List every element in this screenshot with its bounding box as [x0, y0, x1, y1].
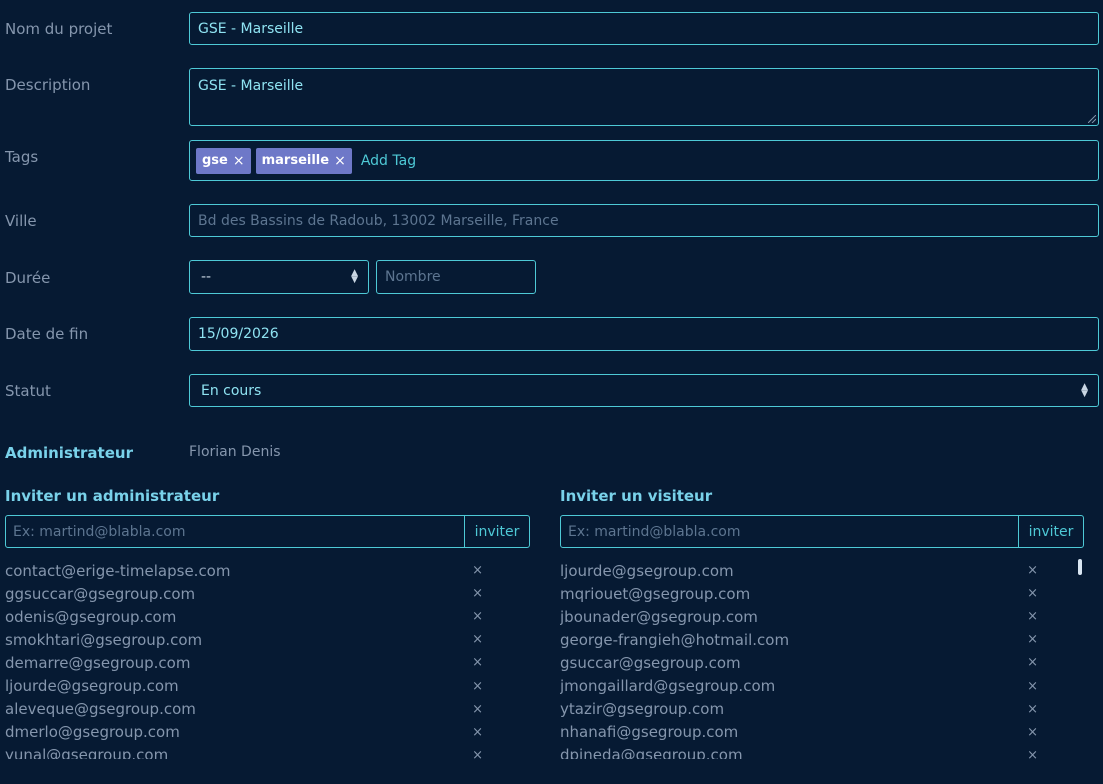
admin-email-row: dmerlo@gsegroup.com ×: [5, 721, 487, 744]
tags-label: Tags: [5, 148, 39, 166]
visitor-email-row: mqriouet@gsegroup.com ×: [560, 582, 1042, 605]
remove-icon[interactable]: ×: [1027, 679, 1042, 694]
visitor-email-row: nhanafi@gsegroup.com ×: [560, 721, 1042, 744]
description-label: Description: [5, 76, 91, 94]
email-text: smokhtari@gsegroup.com: [5, 630, 203, 649]
email-text: demarre@gsegroup.com: [5, 653, 191, 672]
invite-admin-button[interactable]: inviter: [465, 516, 529, 547]
tags-input[interactable]: gse × marseille × Add Tag: [189, 140, 1099, 181]
duree-number-placeholder: Nombre: [385, 269, 441, 285]
visitor-email-row: jbounader@gsegroup.com ×: [560, 605, 1042, 628]
invite-admin-title: Inviter un administrateur: [5, 487, 220, 505]
statut-select[interactable]: En cours ▲ ▼: [189, 374, 1099, 407]
visitor-list-scrollbar[interactable]: [1078, 559, 1082, 575]
invite-visitor-input[interactable]: Ex: martind@blabla.com: [561, 516, 1019, 547]
remove-icon[interactable]: ×: [472, 586, 487, 601]
duree-select-value: --: [201, 269, 212, 285]
admin-email-row: aleveque@gsegroup.com ×: [5, 698, 487, 721]
email-text: ggsuccar@gsegroup.com: [5, 584, 196, 603]
duree-unit-select[interactable]: -- ▲ ▼: [189, 260, 369, 294]
admin-label: Administrateur: [5, 444, 133, 462]
email-text: nhanafi@gsegroup.com: [560, 723, 739, 742]
description-textarea[interactable]: GSE - Marseille: [189, 68, 1099, 126]
email-text: dpineda@gsegroup.com: [560, 746, 743, 759]
remove-icon[interactable]: ×: [1027, 725, 1042, 740]
tag-chip: marseille ×: [255, 147, 352, 174]
statut-label: Statut: [5, 382, 51, 400]
remove-icon[interactable]: ×: [1027, 702, 1042, 717]
email-text: odenis@gsegroup.com: [5, 607, 177, 626]
email-text: contact@erige-timelapse.com: [5, 561, 231, 580]
description-value: GSE - Marseille: [198, 78, 304, 94]
invite-visitor-title: Inviter un visiteur: [560, 487, 713, 505]
remove-icon[interactable]: ×: [1027, 586, 1042, 601]
tag-label: gse: [202, 153, 228, 168]
remove-icon[interactable]: ×: [472, 679, 487, 694]
email-text: jmongaillard@gsegroup.com: [560, 677, 776, 696]
admin-email-row: yunal@gsegroup.com ×: [5, 744, 487, 759]
remove-icon[interactable]: ×: [472, 725, 487, 740]
admin-email-row: odenis@gsegroup.com ×: [5, 605, 487, 628]
visitor-email-row: dpineda@gsegroup.com ×: [560, 744, 1042, 759]
email-text: george-frangieh@hotmail.com: [560, 630, 790, 649]
duree-number-input[interactable]: Nombre: [376, 260, 536, 294]
remove-icon[interactable]: ×: [1027, 748, 1042, 759]
remove-icon[interactable]: ×: [472, 609, 487, 624]
visitor-email-row: gsuccar@gsegroup.com ×: [560, 651, 1042, 674]
tag-label: marseille: [261, 153, 330, 168]
remove-icon[interactable]: ×: [1027, 563, 1042, 578]
visitor-email-row: jmongaillard@gsegroup.com ×: [560, 674, 1042, 697]
admin-email-row: ggsuccar@gsegroup.com ×: [5, 582, 487, 605]
email-text: yunal@gsegroup.com: [5, 746, 169, 759]
remove-icon[interactable]: ×: [472, 632, 487, 647]
date-fin-label: Date de fin: [5, 325, 89, 343]
duree-label: Durée: [5, 269, 51, 287]
remove-icon[interactable]: ×: [472, 748, 487, 759]
statut-value: En cours: [201, 382, 262, 399]
email-text: ytazir@gsegroup.com: [560, 700, 725, 719]
ville-placeholder: Bd des Bassins de Radoub, 13002 Marseill…: [198, 212, 559, 229]
remove-icon[interactable]: ×: [1027, 655, 1042, 670]
remove-tag-icon[interactable]: ×: [233, 153, 245, 169]
admin-email-row: demarre@gsegroup.com ×: [5, 651, 487, 674]
email-text: gsuccar@gsegroup.com: [560, 653, 741, 672]
project-name-label: Nom du projet: [5, 20, 113, 38]
admin-name: Florian Denis: [189, 444, 281, 460]
add-tag-field[interactable]: Add Tag: [361, 153, 416, 169]
email-text: aleveque@gsegroup.com: [5, 700, 196, 719]
ville-label: Ville: [5, 212, 37, 230]
admin-email-list: contact@erige-timelapse.com × ggsuccar@gse…: [5, 559, 487, 759]
email-text: jbounader@gsegroup.com: [560, 607, 758, 626]
sort-arrows-icon: ▲ ▼: [1081, 381, 1088, 399]
remove-icon[interactable]: ×: [472, 655, 487, 670]
date-fin-input[interactable]: 15/09/2026: [189, 317, 1099, 351]
remove-icon[interactable]: ×: [472, 563, 487, 578]
remove-icon[interactable]: ×: [1027, 609, 1042, 624]
invite-admin-input[interactable]: Ex: martind@blabla.com: [6, 516, 465, 547]
admin-email-row: smokhtari@gsegroup.com ×: [5, 628, 487, 651]
visitor-email-row: ytazir@gsegroup.com ×: [560, 698, 1042, 721]
ville-input[interactable]: Bd des Bassins de Radoub, 13002 Marseill…: [189, 204, 1099, 237]
remove-tag-icon[interactable]: ×: [334, 153, 346, 169]
project-name-input[interactable]: GSE - Marseille: [189, 12, 1099, 45]
remove-icon[interactable]: ×: [472, 702, 487, 717]
email-text: ljourde@gsegroup.com: [5, 677, 179, 696]
resize-handle-icon[interactable]: [1088, 115, 1096, 123]
email-text: ljourde@gsegroup.com: [560, 561, 734, 580]
visitor-email-row: ljourde@gsegroup.com ×: [560, 559, 1042, 582]
date-fin-value: 15/09/2026: [198, 326, 279, 342]
remove-icon[interactable]: ×: [1027, 632, 1042, 647]
visitor-email-row: george-frangieh@hotmail.com ×: [560, 628, 1042, 651]
invite-admin-group: Ex: martind@blabla.com inviter: [5, 515, 530, 548]
project-name-value: GSE - Marseille: [198, 20, 304, 37]
admin-email-row: contact@erige-timelapse.com ×: [5, 559, 487, 582]
visitor-email-list: ljourde@gsegroup.com × mqriouet@gsegroup.c…: [560, 559, 1042, 759]
admin-email-row: ljourde@gsegroup.com ×: [5, 674, 487, 697]
tag-chip: gse ×: [196, 147, 251, 174]
email-text: dmerlo@gsegroup.com: [5, 723, 180, 742]
invite-visitor-button[interactable]: inviter: [1019, 516, 1083, 547]
invite-visitor-group: Ex: martind@blabla.com inviter: [560, 515, 1084, 548]
email-text: mqriouet@gsegroup.com: [560, 584, 751, 603]
sort-arrows-icon: ▲ ▼: [351, 268, 358, 285]
